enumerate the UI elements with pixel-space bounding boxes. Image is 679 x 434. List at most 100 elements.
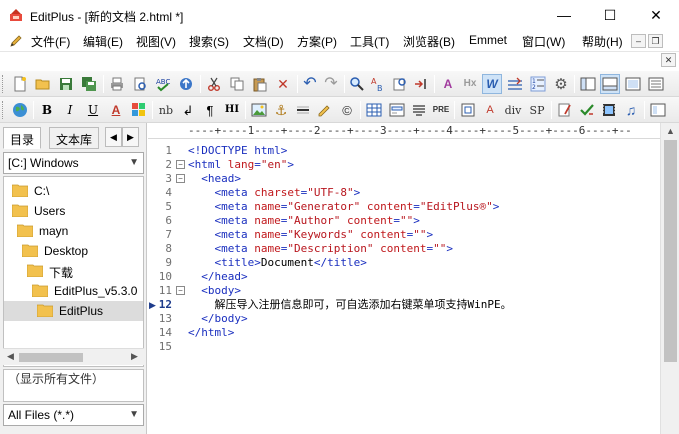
audio-note-icon[interactable]: ♫ (621, 100, 641, 120)
save-icon[interactable] (56, 74, 76, 94)
spell-check-icon[interactable]: ABC (153, 74, 173, 94)
font-tag-icon[interactable]: A (480, 100, 500, 120)
code-line[interactable]: </body> (188, 312, 247, 326)
span-button[interactable]: SP (527, 100, 547, 120)
table-icon[interactable] (364, 100, 384, 120)
menu-browser[interactable]: 浏览器(B) (403, 33, 455, 50)
code-text-area[interactable]: <!DOCTYPE html> <html lang="en"> <head> <… (188, 140, 660, 434)
toolbar-grip[interactable] (2, 101, 5, 119)
menu-document[interactable]: 文档(D) (243, 33, 284, 50)
line-break-button[interactable]: ↲ (178, 100, 198, 120)
redo-icon[interactable]: ↷ (321, 74, 341, 94)
replace-icon[interactable]: AB (368, 74, 388, 94)
code-line[interactable]: <meta name="Description" content=""> (188, 242, 453, 256)
folder-item[interactable]: 下载 (4, 261, 143, 281)
print-icon[interactable] (107, 74, 127, 94)
tab-cliptext[interactable]: 文本库 (49, 127, 100, 149)
color-picker-icon[interactable] (129, 100, 149, 120)
word-wrap-icon[interactable]: W (482, 74, 502, 94)
code-line[interactable]: </html> (188, 326, 234, 340)
maximize-button[interactable]: ☐ (587, 0, 633, 30)
scrollbar-thumb[interactable] (664, 140, 677, 362)
heading-hx-icon[interactable]: Hx (460, 74, 480, 94)
output-window-icon[interactable] (600, 74, 620, 94)
preferences-gear-icon[interactable]: ⚙ (551, 74, 571, 94)
find-in-files-icon[interactable] (390, 74, 410, 94)
code-line[interactable]: <title>Document</title> (188, 256, 367, 270)
tab-scroll-left-icon[interactable]: ◀ (105, 127, 122, 147)
folder-item[interactable]: Users (4, 201, 143, 221)
underline-button[interactable]: U (83, 100, 103, 120)
video-icon[interactable] (599, 100, 619, 120)
window-list-icon[interactable] (646, 74, 666, 94)
file-filter-select[interactable]: All Files (*.*) ▼ (3, 404, 144, 426)
delete-icon[interactable]: ✕ (273, 74, 293, 94)
find-icon[interactable] (347, 74, 367, 94)
file-list-item[interactable]: （显示所有文件） (8, 370, 104, 387)
close-button[interactable]: ✕ (633, 0, 679, 30)
mdi-minimize-button[interactable]: – (631, 34, 646, 48)
editplus-app-icon[interactable] (8, 7, 24, 23)
bold-button[interactable]: B (37, 100, 57, 120)
page-layout-icon[interactable] (648, 100, 668, 120)
image-icon[interactable] (249, 100, 269, 120)
line-number-icon[interactable]: 12 (528, 74, 548, 94)
save-all-icon[interactable] (79, 74, 99, 94)
folder-tree[interactable]: C:\ Users mayn Desktop 下载 EditPlus_v5.3.0 Edit… (3, 176, 144, 367)
check-mark-icon[interactable] (577, 100, 597, 120)
code-line[interactable]: <meta name="Author" content=""> (188, 214, 420, 228)
menu-file[interactable]: 文件(F) (31, 33, 70, 50)
goto-line-icon[interactable] (411, 74, 431, 94)
code-line[interactable]: 解压导入注册信息即可，可自选添加右键菜单项支持WinPE。 (188, 298, 511, 312)
ruler-toggle-icon[interactable] (505, 74, 525, 94)
special-char-icon[interactable]: © (337, 100, 357, 120)
paragraph-button[interactable]: ¶ (200, 100, 220, 120)
fold-toggle-icon[interactable]: − (176, 174, 185, 183)
paste-icon[interactable] (250, 74, 270, 94)
new-file-icon[interactable] (10, 74, 30, 94)
menu-emmet[interactable]: Emmet (469, 33, 507, 47)
code-line[interactable]: <head> (188, 172, 241, 186)
scroll-left-icon[interactable]: ◀ (7, 351, 14, 362)
browser-preview-globe-icon[interactable] (10, 100, 30, 120)
menu-search[interactable]: 搜索(S) (189, 33, 229, 50)
menu-view[interactable]: 视图(V) (136, 33, 176, 50)
mdi-close-button[interactable]: ✕ (661, 53, 676, 67)
code-line[interactable]: <body> (188, 284, 241, 298)
folder-item[interactable]: C:\ (4, 181, 143, 201)
div-button[interactable]: div (503, 100, 523, 120)
font-color-button[interactable]: A (106, 100, 126, 120)
folder-item[interactable]: mayn (4, 221, 143, 241)
folder-item[interactable]: EditPlus (4, 301, 143, 321)
menu-window[interactable]: 窗口(W) (522, 33, 565, 50)
open-folder-icon[interactable] (33, 74, 53, 94)
tab-directory[interactable]: 目录 (3, 127, 42, 149)
tab-scroll-right-icon[interactable]: ▶ (122, 127, 139, 147)
menu-edit[interactable]: 编辑(E) (83, 33, 123, 50)
anchor-icon[interactable]: ⚓ (271, 100, 291, 120)
pre-button[interactable]: PRE (431, 100, 451, 120)
scroll-up-icon[interactable]: ▲ (666, 126, 675, 136)
code-line[interactable]: <html lang="en"> (188, 158, 294, 172)
code-line[interactable]: <meta name="Keywords" content=""> (188, 228, 434, 242)
undo-icon[interactable]: ↶ (300, 74, 320, 94)
fold-toggle-icon[interactable]: − (176, 286, 185, 295)
ftp-upload-icon[interactable] (176, 74, 196, 94)
menu-tools[interactable]: 工具(T) (350, 33, 389, 50)
mdi-restore-button[interactable]: ❐ (648, 34, 663, 48)
toolbar-grip[interactable] (2, 75, 5, 93)
minimize-button[interactable]: — (541, 0, 587, 30)
folder-horizontal-scrollbar[interactable]: ◀ ▶ (3, 348, 144, 365)
cut-icon[interactable] (204, 74, 224, 94)
fullscreen-icon[interactable] (623, 74, 643, 94)
scrollbar-thumb[interactable] (19, 353, 83, 362)
heading-button[interactable]: HI (222, 100, 242, 120)
copy-icon[interactable] (227, 74, 247, 94)
font-size-icon[interactable]: A (438, 74, 458, 94)
code-line[interactable]: </head> (188, 270, 247, 284)
file-list[interactable]: （显示所有文件） (3, 369, 144, 402)
menu-help[interactable]: 帮助(H) (582, 33, 623, 50)
line-number-gutter[interactable]: 1 2−3−4 5 6 7 8 9 10 11− ▶ 12 13 14 15 (148, 139, 188, 434)
print-preview-icon[interactable] (130, 74, 150, 94)
code-line[interactable]: <!DOCTYPE html> (188, 144, 287, 158)
